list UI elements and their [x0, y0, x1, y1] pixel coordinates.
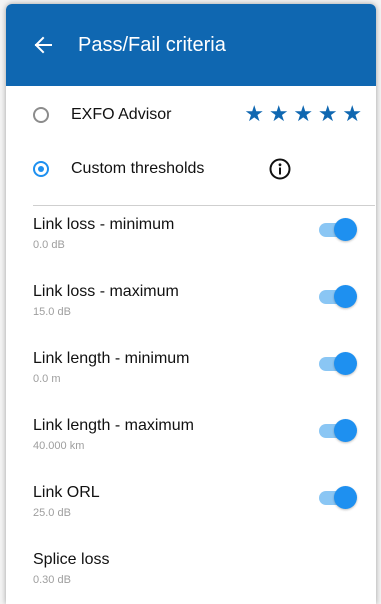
exfo-advisor-radio[interactable]: [33, 107, 49, 123]
setting-value: 25.0 dB: [33, 507, 71, 519]
info-icon[interactable]: [269, 158, 291, 180]
page-title: Pass/Fail criteria: [78, 33, 226, 56]
setting-link-length-minimum[interactable]: Link length - minimum 0.0 m: [6, 340, 376, 407]
setting-link-length-maximum[interactable]: Link length - maximum 40.000 km: [6, 407, 376, 474]
star-icon: ★: [244, 101, 265, 126]
star-icon: ★: [342, 101, 363, 126]
link-length-minimum-toggle[interactable]: [317, 352, 357, 376]
setting-label: Link loss - maximum: [33, 283, 179, 300]
exfo-advisor-label: EXFO Advisor: [71, 106, 172, 123]
setting-label: Link length - minimum: [33, 350, 190, 367]
setting-label: Splice loss: [33, 551, 110, 568]
star-icon: ★: [268, 101, 289, 126]
option-exfo-advisor[interactable]: EXFO Advisor ★ ★ ★ ★ ★: [6, 88, 376, 142]
setting-value: 0.0 dB: [33, 239, 65, 251]
link-orl-toggle[interactable]: [317, 486, 357, 510]
custom-thresholds-radio[interactable]: [33, 161, 49, 177]
star-icon: ★: [293, 101, 314, 126]
setting-value: 40.000 km: [33, 440, 85, 452]
link-loss-minimum-toggle[interactable]: [317, 218, 357, 242]
setting-label: Link loss - minimum: [33, 216, 175, 233]
setting-value: 15.0 dB: [33, 306, 71, 318]
option-custom-thresholds[interactable]: Custom thresholds: [6, 142, 376, 196]
custom-thresholds-label: Custom thresholds: [71, 160, 205, 177]
setting-splice-loss[interactable]: Splice loss 0.30 dB: [6, 541, 376, 604]
link-loss-maximum-toggle[interactable]: [317, 285, 357, 309]
setting-value: 0.30 dB: [33, 574, 71, 586]
app-bar: Pass/Fail criteria: [6, 4, 376, 86]
setting-link-loss-minimum[interactable]: Link loss - minimum 0.0 dB: [6, 206, 376, 273]
advisor-rating: ★ ★ ★ ★ ★: [242, 102, 365, 126]
setting-link-loss-maximum[interactable]: Link loss - maximum 15.0 dB: [6, 273, 376, 340]
app-screen: Pass/Fail criteria EXFO Advisor ★ ★ ★ ★ …: [6, 4, 376, 604]
setting-label: Link length - maximum: [33, 417, 194, 434]
setting-link-orl[interactable]: Link ORL 25.0 dB: [6, 474, 376, 541]
setting-value: 0.0 m: [33, 373, 61, 385]
star-icon: ★: [317, 101, 338, 126]
link-length-maximum-toggle[interactable]: [317, 419, 357, 443]
back-arrow-icon[interactable]: [32, 34, 54, 56]
setting-label: Link ORL: [33, 484, 100, 501]
